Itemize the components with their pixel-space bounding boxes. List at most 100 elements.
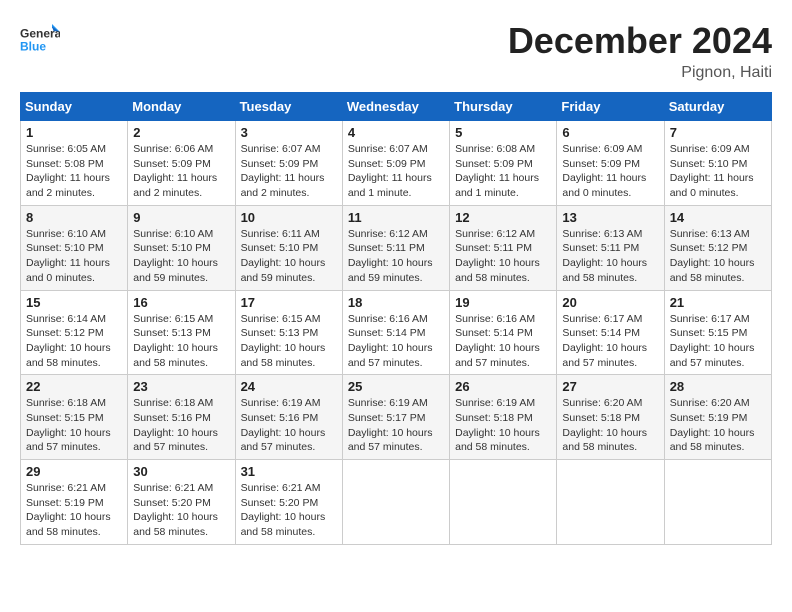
day-info: Sunrise: 6:14 AMSunset: 5:12 PMDaylight:… <box>26 312 122 371</box>
day-info: Sunrise: 6:19 AMSunset: 5:18 PMDaylight:… <box>455 396 551 455</box>
day-number: 2 <box>133 125 229 140</box>
day-info: Sunrise: 6:20 AMSunset: 5:19 PMDaylight:… <box>670 396 766 455</box>
calendar-cell: 31 Sunrise: 6:21 AMSunset: 5:20 PMDaylig… <box>235 460 342 545</box>
day-info: Sunrise: 6:10 AMSunset: 5:10 PMDaylight:… <box>133 227 229 286</box>
day-info: Sunrise: 6:08 AMSunset: 5:09 PMDaylight:… <box>455 142 551 201</box>
calendar-cell: 21 Sunrise: 6:17 AMSunset: 5:15 PMDaylig… <box>664 290 771 375</box>
day-info: Sunrise: 6:18 AMSunset: 5:16 PMDaylight:… <box>133 396 229 455</box>
week-row-2: 8 Sunrise: 6:10 AMSunset: 5:10 PMDayligh… <box>21 205 772 290</box>
calendar-cell: 19 Sunrise: 6:16 AMSunset: 5:14 PMDaylig… <box>450 290 557 375</box>
logo: General Blue <box>20 20 64 60</box>
calendar-cell: 30 Sunrise: 6:21 AMSunset: 5:20 PMDaylig… <box>128 460 235 545</box>
day-info: Sunrise: 6:05 AMSunset: 5:08 PMDaylight:… <box>26 142 122 201</box>
day-info: Sunrise: 6:15 AMSunset: 5:13 PMDaylight:… <box>133 312 229 371</box>
day-number: 7 <box>670 125 766 140</box>
day-number: 30 <box>133 464 229 479</box>
day-number: 22 <box>26 379 122 394</box>
weekday-header-monday: Monday <box>128 93 235 121</box>
day-info: Sunrise: 6:19 AMSunset: 5:17 PMDaylight:… <box>348 396 444 455</box>
day-number: 25 <box>348 379 444 394</box>
calendar-cell: 23 Sunrise: 6:18 AMSunset: 5:16 PMDaylig… <box>128 375 235 460</box>
calendar-cell: 28 Sunrise: 6:20 AMSunset: 5:19 PMDaylig… <box>664 375 771 460</box>
day-info: Sunrise: 6:20 AMSunset: 5:18 PMDaylight:… <box>562 396 658 455</box>
calendar-cell: 9 Sunrise: 6:10 AMSunset: 5:10 PMDayligh… <box>128 205 235 290</box>
calendar-table: SundayMondayTuesdayWednesdayThursdayFrid… <box>20 92 772 545</box>
day-info: Sunrise: 6:09 AMSunset: 5:10 PMDaylight:… <box>670 142 766 201</box>
day-number: 4 <box>348 125 444 140</box>
day-info: Sunrise: 6:11 AMSunset: 5:10 PMDaylight:… <box>241 227 337 286</box>
calendar-cell: 7 Sunrise: 6:09 AMSunset: 5:10 PMDayligh… <box>664 121 771 206</box>
day-number: 21 <box>670 295 766 310</box>
day-info: Sunrise: 6:21 AMSunset: 5:19 PMDaylight:… <box>26 481 122 540</box>
calendar-cell <box>450 460 557 545</box>
weekday-header-sunday: Sunday <box>21 93 128 121</box>
calendar-cell: 18 Sunrise: 6:16 AMSunset: 5:14 PMDaylig… <box>342 290 449 375</box>
day-number: 16 <box>133 295 229 310</box>
day-info: Sunrise: 6:12 AMSunset: 5:11 PMDaylight:… <box>348 227 444 286</box>
day-info: Sunrise: 6:13 AMSunset: 5:11 PMDaylight:… <box>562 227 658 286</box>
week-row-5: 29 Sunrise: 6:21 AMSunset: 5:19 PMDaylig… <box>21 460 772 545</box>
week-row-1: 1 Sunrise: 6:05 AMSunset: 5:08 PMDayligh… <box>21 121 772 206</box>
calendar-cell: 1 Sunrise: 6:05 AMSunset: 5:08 PMDayligh… <box>21 121 128 206</box>
calendar-cell: 14 Sunrise: 6:13 AMSunset: 5:12 PMDaylig… <box>664 205 771 290</box>
day-number: 31 <box>241 464 337 479</box>
calendar-cell: 24 Sunrise: 6:19 AMSunset: 5:16 PMDaylig… <box>235 375 342 460</box>
calendar-cell: 4 Sunrise: 6:07 AMSunset: 5:09 PMDayligh… <box>342 121 449 206</box>
day-number: 26 <box>455 379 551 394</box>
day-info: Sunrise: 6:17 AMSunset: 5:14 PMDaylight:… <box>562 312 658 371</box>
location: Pignon, Haiti <box>508 64 772 82</box>
calendar-cell: 8 Sunrise: 6:10 AMSunset: 5:10 PMDayligh… <box>21 205 128 290</box>
day-number: 15 <box>26 295 122 310</box>
day-info: Sunrise: 6:17 AMSunset: 5:15 PMDaylight:… <box>670 312 766 371</box>
day-number: 13 <box>562 210 658 225</box>
weekday-header-wednesday: Wednesday <box>342 93 449 121</box>
day-number: 6 <box>562 125 658 140</box>
day-info: Sunrise: 6:16 AMSunset: 5:14 PMDaylight:… <box>348 312 444 371</box>
calendar-cell: 17 Sunrise: 6:15 AMSunset: 5:13 PMDaylig… <box>235 290 342 375</box>
day-info: Sunrise: 6:12 AMSunset: 5:11 PMDaylight:… <box>455 227 551 286</box>
day-info: Sunrise: 6:13 AMSunset: 5:12 PMDaylight:… <box>670 227 766 286</box>
day-number: 10 <box>241 210 337 225</box>
calendar-cell: 12 Sunrise: 6:12 AMSunset: 5:11 PMDaylig… <box>450 205 557 290</box>
page-header: General Blue December 2024 Pignon, Haiti <box>20 20 772 82</box>
day-number: 28 <box>670 379 766 394</box>
calendar-cell: 20 Sunrise: 6:17 AMSunset: 5:14 PMDaylig… <box>557 290 664 375</box>
weekday-header-friday: Friday <box>557 93 664 121</box>
day-number: 20 <box>562 295 658 310</box>
day-number: 23 <box>133 379 229 394</box>
day-info: Sunrise: 6:09 AMSunset: 5:09 PMDaylight:… <box>562 142 658 201</box>
weekday-header-tuesday: Tuesday <box>235 93 342 121</box>
day-info: Sunrise: 6:06 AMSunset: 5:09 PMDaylight:… <box>133 142 229 201</box>
calendar-cell: 3 Sunrise: 6:07 AMSunset: 5:09 PMDayligh… <box>235 121 342 206</box>
day-number: 18 <box>348 295 444 310</box>
calendar-cell: 16 Sunrise: 6:15 AMSunset: 5:13 PMDaylig… <box>128 290 235 375</box>
calendar-cell <box>664 460 771 545</box>
day-info: Sunrise: 6:16 AMSunset: 5:14 PMDaylight:… <box>455 312 551 371</box>
calendar-cell: 22 Sunrise: 6:18 AMSunset: 5:15 PMDaylig… <box>21 375 128 460</box>
day-number: 5 <box>455 125 551 140</box>
day-number: 27 <box>562 379 658 394</box>
day-info: Sunrise: 6:21 AMSunset: 5:20 PMDaylight:… <box>133 481 229 540</box>
calendar-cell: 2 Sunrise: 6:06 AMSunset: 5:09 PMDayligh… <box>128 121 235 206</box>
day-number: 1 <box>26 125 122 140</box>
day-number: 19 <box>455 295 551 310</box>
week-row-4: 22 Sunrise: 6:18 AMSunset: 5:15 PMDaylig… <box>21 375 772 460</box>
week-row-3: 15 Sunrise: 6:14 AMSunset: 5:12 PMDaylig… <box>21 290 772 375</box>
day-number: 24 <box>241 379 337 394</box>
day-number: 11 <box>348 210 444 225</box>
weekday-header-saturday: Saturday <box>664 93 771 121</box>
day-info: Sunrise: 6:19 AMSunset: 5:16 PMDaylight:… <box>241 396 337 455</box>
weekday-header-thursday: Thursday <box>450 93 557 121</box>
day-info: Sunrise: 6:07 AMSunset: 5:09 PMDaylight:… <box>348 142 444 201</box>
calendar-cell: 11 Sunrise: 6:12 AMSunset: 5:11 PMDaylig… <box>342 205 449 290</box>
day-info: Sunrise: 6:18 AMSunset: 5:15 PMDaylight:… <box>26 396 122 455</box>
day-number: 3 <box>241 125 337 140</box>
day-number: 8 <box>26 210 122 225</box>
calendar-cell: 15 Sunrise: 6:14 AMSunset: 5:12 PMDaylig… <box>21 290 128 375</box>
calendar-cell <box>342 460 449 545</box>
day-number: 29 <box>26 464 122 479</box>
day-info: Sunrise: 6:21 AMSunset: 5:20 PMDaylight:… <box>241 481 337 540</box>
day-info: Sunrise: 6:07 AMSunset: 5:09 PMDaylight:… <box>241 142 337 201</box>
calendar-cell: 10 Sunrise: 6:11 AMSunset: 5:10 PMDaylig… <box>235 205 342 290</box>
day-number: 14 <box>670 210 766 225</box>
